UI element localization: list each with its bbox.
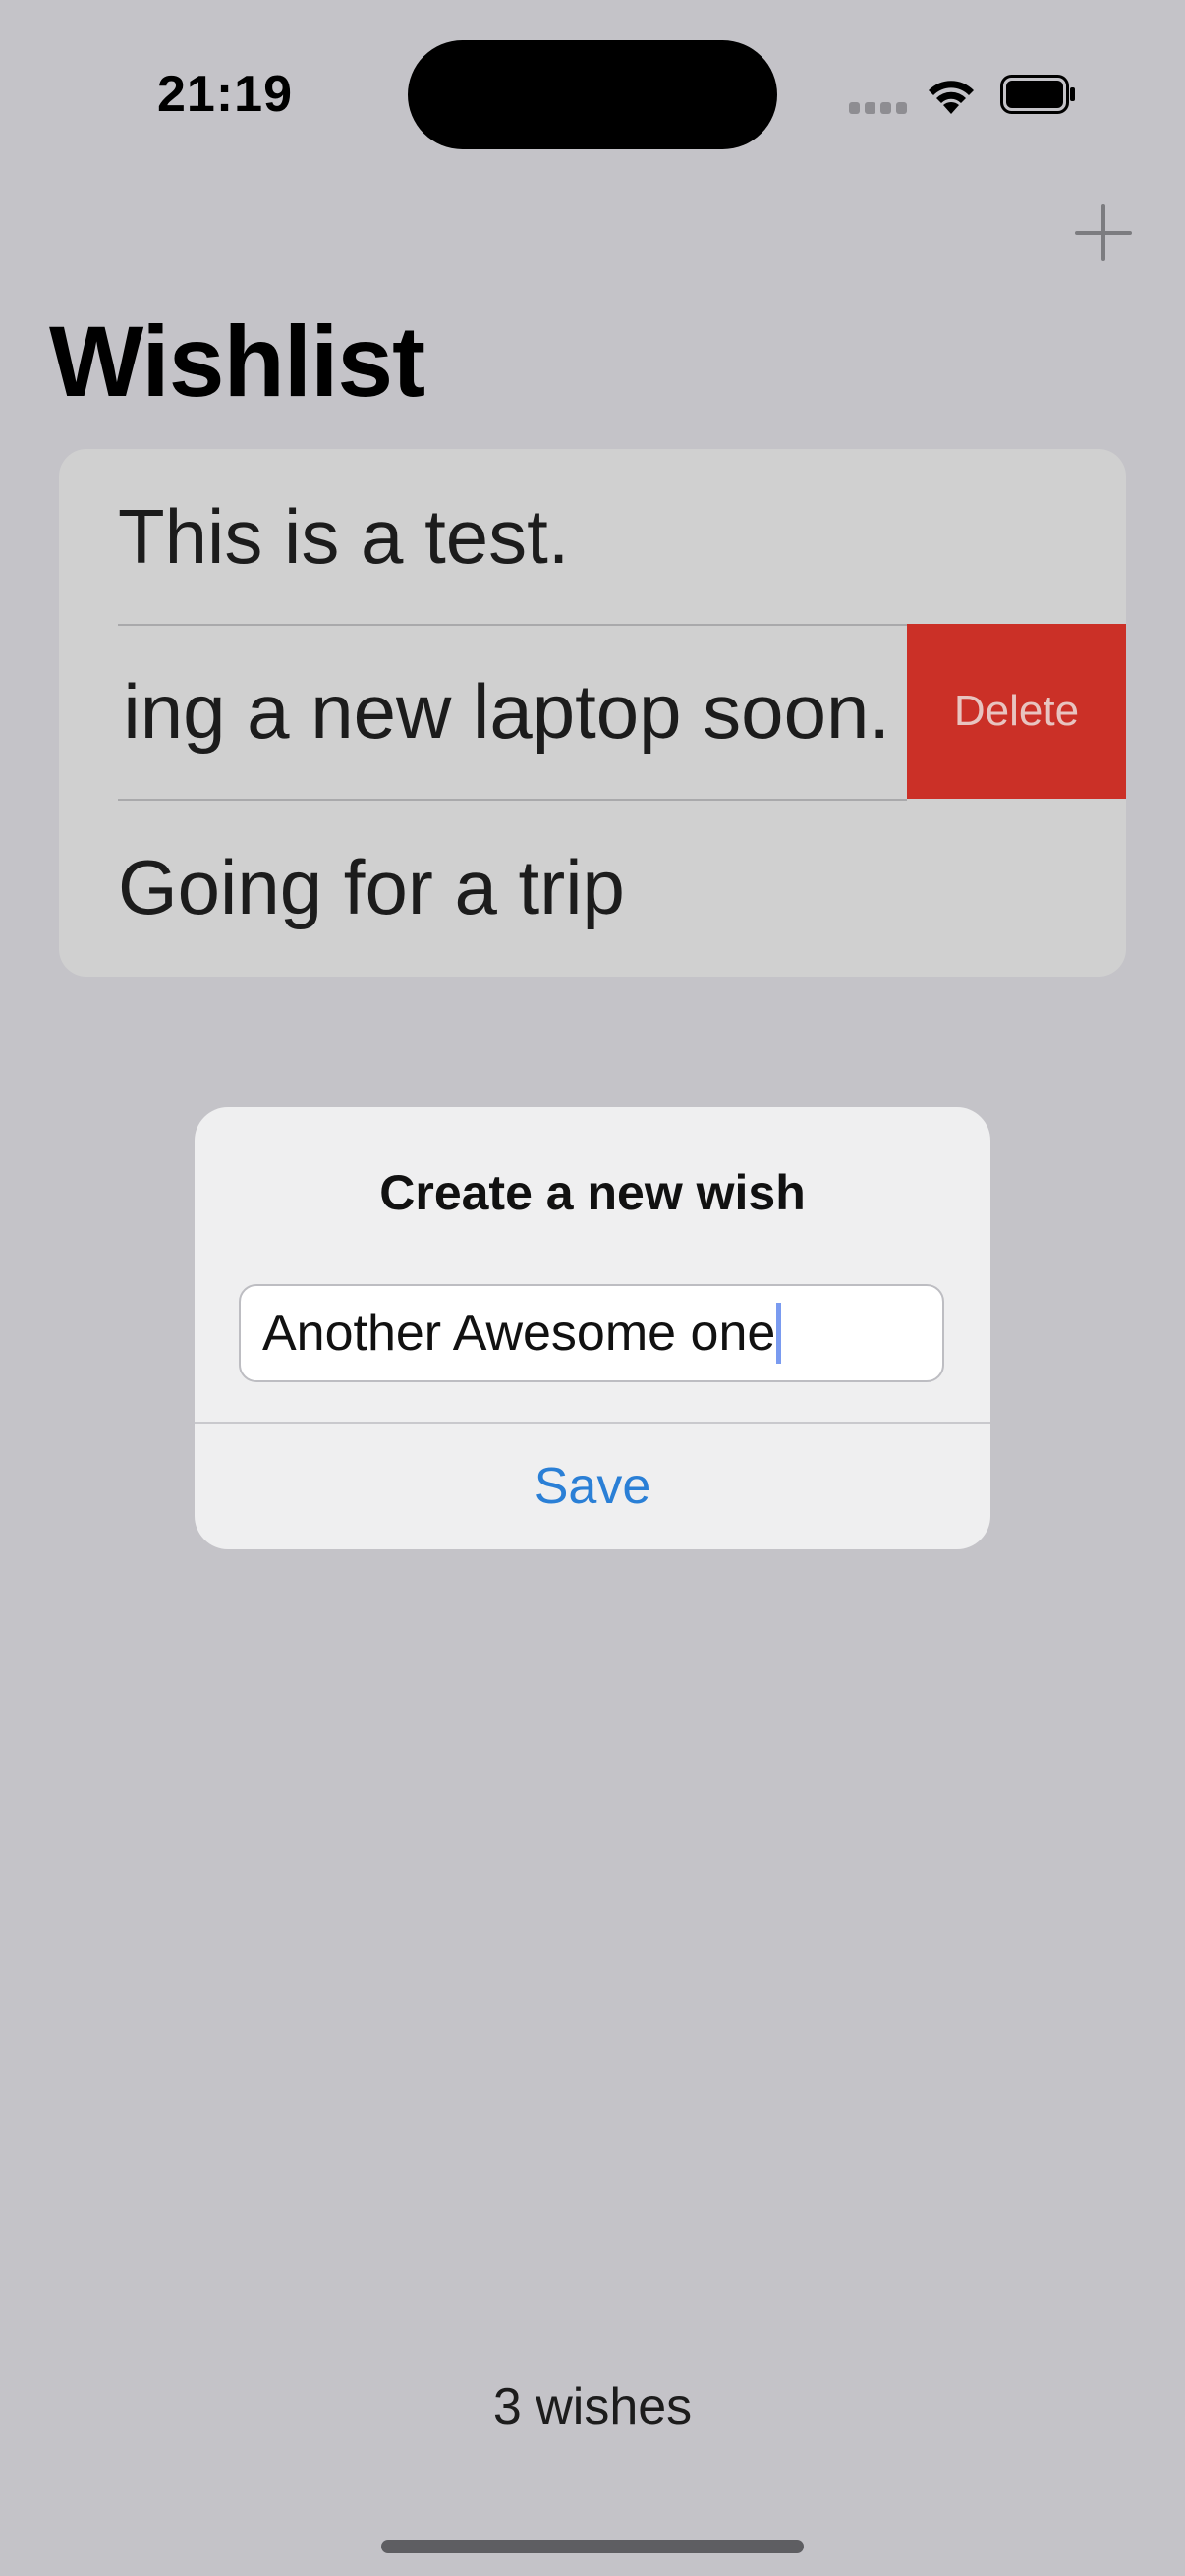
list-item[interactable]: This is a test. [59,449,1126,624]
wifi-icon [929,81,974,114]
wish-list: This is a test. ing a new laptop soon. D… [59,449,1126,977]
dynamic-island [408,40,777,149]
list-item-label-clip: ing a new laptop soon. [59,624,906,799]
wish-count-label: 3 wishes [492,2379,693,2436]
list-item-label: ing a new laptop soon. [123,668,890,755]
text-cursor [776,1303,782,1364]
list-item[interactable]: Going for a trip [59,800,1126,975]
battery-icon [1000,75,1075,114]
save-button[interactable]: Save [195,1424,990,1549]
list-item-label: Going for a trip [118,844,625,930]
page-title: Wishlist [49,306,425,418]
new-wish-alert: Create a new wish Another Awesome one Sa… [195,1107,990,1549]
cellular-signal-icon [849,102,908,116]
list-item-label: This is a test. [118,493,570,580]
wish-text-value: Another Awesome one [262,1305,776,1362]
delete-button[interactable]: Delete [907,624,1126,799]
alert-title: Create a new wish [379,1165,806,1220]
wish-text-field[interactable]: Another Awesome one [239,1284,944,1382]
add-wish-button[interactable] [1071,200,1136,265]
status-time: 21:19 [157,66,293,123]
list-item-swiped[interactable]: ing a new laptop soon. Delete [59,624,1126,799]
home-indicator[interactable] [381,2540,804,2553]
